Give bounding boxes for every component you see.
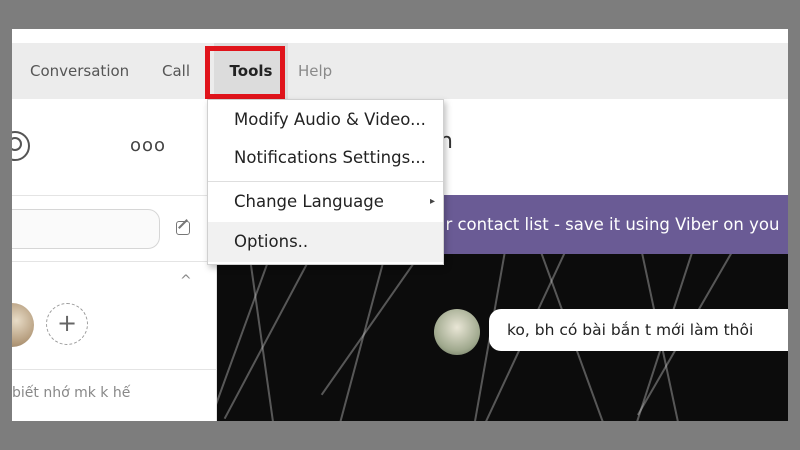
collapse-icon[interactable]: ^ xyxy=(180,273,192,289)
divider xyxy=(12,195,216,196)
menu-item-notifications-settings[interactable]: Notifications Settings... xyxy=(208,138,443,178)
menu-item-modify-audio-video[interactable]: Modify Audio & Video... xyxy=(208,100,443,140)
menu-item-label: Change Language xyxy=(234,192,384,211)
viber-window: Conversation Call Tools Help ooo ^ + biế… xyxy=(12,29,788,421)
add-story-icon[interactable]: + xyxy=(46,303,88,345)
tools-highlight-box xyxy=(205,46,285,99)
message-sender-avatar[interactable] xyxy=(434,309,480,355)
background-strand xyxy=(247,254,280,421)
banner-text: ur contact list - save it using Viber on… xyxy=(435,215,780,234)
divider xyxy=(12,369,216,370)
search-input[interactable] xyxy=(12,209,160,249)
chat-list-item-preview[interactable]: biết nhớ mk k hế xyxy=(12,385,130,401)
tools-dropdown-menu: Modify Audio & Video... Notifications Se… xyxy=(207,99,444,265)
menu-help[interactable]: Help xyxy=(298,43,332,99)
menu-item-options[interactable]: Options.. xyxy=(208,222,443,262)
menu-bar: Conversation Call Tools Help xyxy=(12,43,788,99)
menu-conversation[interactable]: Conversation xyxy=(30,43,129,99)
message-bubble[interactable]: ko, bh có bài bắn t mới làm thôi xyxy=(489,309,788,351)
menu-item-change-language[interactable]: Change Language ▸ xyxy=(208,182,443,222)
submenu-arrow-icon: ▸ xyxy=(429,196,435,207)
more-icon[interactable]: ooo xyxy=(130,135,166,156)
background-strand xyxy=(320,254,449,396)
compose-icon[interactable] xyxy=(176,221,190,235)
story-avatar[interactable] xyxy=(12,303,34,347)
divider xyxy=(12,261,216,262)
user-icon[interactable] xyxy=(12,131,30,161)
sidebar: ooo ^ + biết nhớ mk k hế xyxy=(12,99,217,421)
menu-call[interactable]: Call xyxy=(162,43,190,99)
